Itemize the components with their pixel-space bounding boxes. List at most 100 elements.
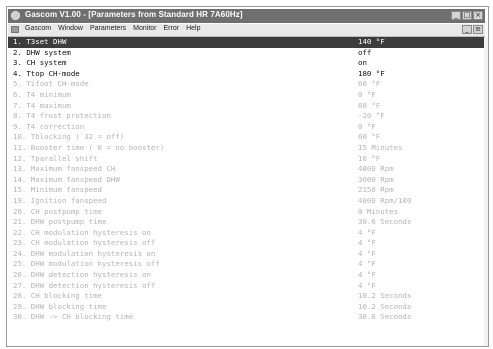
- parameter-label: 19. Ignition fanspeed: [13, 195, 107, 205]
- parameter-row[interactable]: 30. DHW -> CH blocking time 30.6 Seconds: [8, 312, 485, 323]
- parameter-label: 15. Minimum fanspeed: [13, 185, 102, 195]
- parameter-row[interactable]: 7. T4 maximum 60 °F: [8, 101, 485, 112]
- parameter-row[interactable]: 11. Booster time ( 0 = no booster) 15 Min…: [8, 143, 485, 154]
- parameter-value: 4 °F: [358, 280, 376, 290]
- parameter-row[interactable]: 4. Ttop CH-mode 180 °F: [8, 69, 485, 80]
- parameter-row[interactable]: 20. CH postpump time 0 Minutes: [8, 207, 485, 218]
- parameter-row[interactable]: 3. CH system on: [8, 58, 485, 69]
- child-minimize-button[interactable]: _: [462, 25, 472, 34]
- parameter-label: 14. Maximum fanspeed DHW: [13, 174, 120, 184]
- parameter-row[interactable]: 6. T4 minimum 0 °F: [8, 90, 485, 101]
- parameter-row[interactable]: 22. CH modulation hysteresis on 4 °F: [8, 228, 485, 239]
- parameter-value: off: [358, 47, 372, 57]
- parameter-row[interactable]: 2. DHW system off: [8, 48, 485, 59]
- parameter-value: 140 °F: [358, 37, 385, 46]
- parameter-row[interactable]: 12. Tparallel shift 10 °F: [8, 154, 485, 165]
- scrollbar[interactable]: [484, 37, 488, 346]
- parameter-row[interactable]: 24. DHW modulation hysteresis on 4 °F: [8, 249, 485, 260]
- minimize-button[interactable]: _: [451, 11, 461, 20]
- parameter-label: 2. DHW system: [13, 47, 71, 57]
- parameter-list: 1. T3set DHW 140 °F 2. DHW system off 3. CH …: [8, 37, 485, 323]
- parameter-label: 4. Ttop CH-mode: [13, 68, 80, 78]
- parameter-label: 13. Maximum fanspeed CH: [13, 164, 116, 174]
- parameter-label: 5. Tifoot CH-mode: [13, 79, 89, 89]
- parameter-label: 8. T4 frost protection: [13, 111, 111, 121]
- parameter-row[interactable]: 26. DHW detection hysteresis on 4 °F: [8, 270, 485, 281]
- parameter-label: 1. T3set DHW: [13, 37, 67, 46]
- parameter-label: 22. CH modulation hysteresis on: [13, 227, 151, 237]
- menu-bar: Gascom Window Parameters Monitor Error H…: [8, 24, 485, 37]
- parameter-label: 29. DHW blocking time: [13, 301, 107, 311]
- parameter-label: 28. CH blocking time: [13, 291, 102, 301]
- parameter-value: 60 °F: [358, 79, 381, 89]
- parameter-value: 4 °F: [358, 259, 376, 269]
- parameter-row[interactable]: 5. Tifoot CH-mode 60 °F: [8, 79, 485, 90]
- parameter-label: 11. Booster time ( 0 = no booster): [13, 142, 165, 152]
- menu-help[interactable]: Help: [186, 25, 200, 32]
- parameter-row[interactable]: 9. T4 correction 0 °F: [8, 122, 485, 133]
- parameter-value: 4 °F: [358, 238, 376, 248]
- menu-error[interactable]: Error: [164, 25, 180, 32]
- parameter-label: 21. DHW postpump time: [13, 217, 107, 227]
- parameter-row[interactable]: 19. Ignition fanspeed 4000 Rpm/100: [8, 196, 485, 207]
- parameter-value: 60 °F: [358, 132, 381, 142]
- parameter-row[interactable]: 27. DHW detection hysteresis off 4 °F: [8, 281, 485, 292]
- parameter-value: 4000 Rpm/100: [358, 195, 412, 205]
- app-icon: [11, 11, 20, 20]
- parameter-label: 7. T4 maximum: [13, 100, 71, 110]
- parameter-row[interactable]: 8. T4 frost protection -20 °F: [8, 111, 485, 122]
- parameter-value: 60 °F: [358, 100, 381, 110]
- parameter-value: 0 °F: [358, 121, 376, 131]
- parameter-value: 15 Minutes: [358, 142, 403, 152]
- parameter-value: 10.2 Seconds: [358, 291, 412, 301]
- menu-monitor[interactable]: Monitor: [133, 25, 156, 32]
- parameter-value: 3000 Rpm: [358, 174, 394, 184]
- parameter-value: -20 °F: [358, 111, 385, 121]
- app-window: Gascom V1.00 - [Parameters from Standard…: [0, 0, 493, 349]
- parameter-value: 2150 Rpm: [358, 185, 394, 195]
- parameter-label: 30. DHW -> CH blocking time: [13, 312, 134, 322]
- close-button[interactable]: ×: [473, 11, 483, 20]
- title-bar[interactable]: Gascom V1.00 - [Parameters from Standard…: [8, 9, 485, 23]
- parameter-label: 23. CH modulation hysteresis off: [13, 238, 156, 248]
- menu-gascom[interactable]: Gascom: [25, 25, 51, 32]
- child-restore-button[interactable]: ≡: [473, 25, 483, 34]
- parameter-row[interactable]: 15. Minimum fanspeed 2150 Rpm: [8, 185, 485, 196]
- parameter-label: 12. Tparallel shift: [13, 153, 98, 163]
- parameter-row[interactable]: 21. DHW postpump time 30.6 Seconds: [8, 217, 485, 228]
- parameter-label: 9. T4 correction: [13, 121, 85, 131]
- parameter-label: 10. Tblocking ( 32 = off): [13, 132, 125, 142]
- parameter-row[interactable]: 29. DHW blocking time 10.2 Seconds: [8, 302, 485, 313]
- window-title: Gascom V1.00 - [Parameters from Standard…: [25, 10, 243, 19]
- parameter-value: 30.6 Seconds: [358, 312, 412, 322]
- title-controls: _ □ ×: [450, 11, 483, 20]
- parameter-value: 4 °F: [358, 248, 376, 258]
- parameter-value: 30.6 Seconds: [358, 217, 412, 227]
- menu-parameters[interactable]: Parameters: [90, 25, 126, 32]
- parameter-value: 180 °F: [358, 68, 385, 78]
- parameter-value: 10 °F: [358, 153, 381, 163]
- parameter-label: 26. DHW detection hysteresis on: [13, 270, 151, 280]
- parameter-value: 4 °F: [358, 227, 376, 237]
- parameter-row[interactable]: 23. CH modulation hysteresis off 4 °F: [8, 238, 485, 249]
- parameter-row[interactable]: 25. DHW modulation hysteresis off 4 °F: [8, 259, 485, 270]
- parameter-value: 0 °F: [358, 89, 376, 99]
- parameter-label: 27. DHW detection hysteresis off: [13, 280, 156, 290]
- mdi-child-icon[interactable]: [11, 26, 19, 33]
- parameter-row[interactable]: 1. T3set DHW 140 °F: [8, 37, 485, 48]
- parameter-value: 4 °F: [358, 270, 376, 280]
- parameter-label: 24. DHW modulation hysteresis on: [13, 248, 156, 258]
- parameter-row[interactable]: 10. Tblocking ( 32 = off) 60 °F: [8, 132, 485, 143]
- parameter-label: 25. DHW modulation hysteresis off: [13, 259, 160, 269]
- parameter-label: 6. T4 minimum: [13, 89, 71, 99]
- maximize-button[interactable]: □: [462, 11, 472, 20]
- child-window-controls: _ ≡: [461, 25, 483, 34]
- parameter-row[interactable]: 13. Maximum fanspeed CH 4800 Rpm: [8, 164, 485, 175]
- parameter-value: on: [358, 58, 367, 68]
- parameter-label: 3. CH system: [13, 58, 67, 68]
- parameter-row[interactable]: 14. Maximum fanspeed DHW 3000 Rpm: [8, 175, 485, 186]
- parameter-label: 20. CH postpump time: [13, 206, 102, 216]
- parameter-row[interactable]: 28. CH blocking time 10.2 Seconds: [8, 291, 485, 302]
- menu-window[interactable]: Window: [58, 25, 83, 32]
- parameter-value: 0 Minutes: [358, 206, 399, 216]
